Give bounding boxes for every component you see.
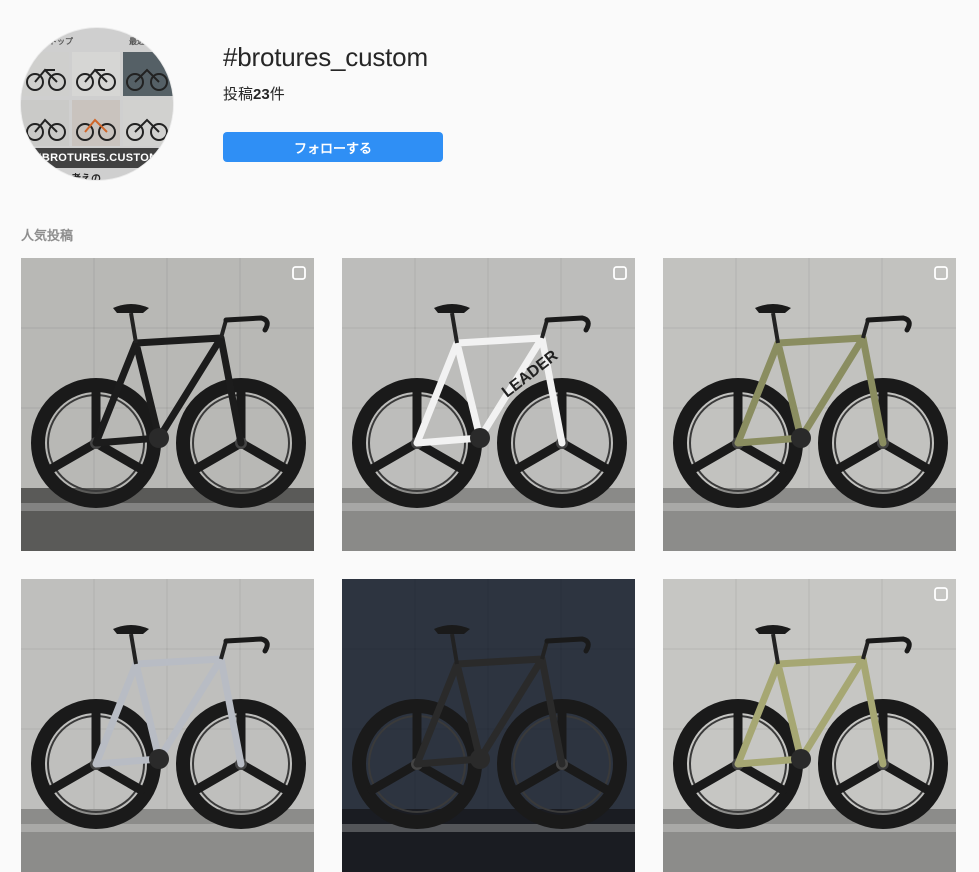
avatar-tab-recent: 最近 bbox=[129, 37, 145, 46]
top-posts-label: 人気投稿 bbox=[21, 228, 74, 243]
post-count-prefix: 投稿 bbox=[223, 86, 254, 103]
post-count-suffix: 件 bbox=[269, 86, 285, 103]
post-image bbox=[21, 579, 314, 872]
multiple-images-icon bbox=[934, 266, 948, 280]
post-count-number: 23 bbox=[253, 86, 270, 103]
post-image bbox=[342, 579, 635, 872]
post-tile[interactable] bbox=[342, 579, 635, 872]
post-tile[interactable] bbox=[21, 579, 314, 872]
multiple-images-icon bbox=[934, 587, 948, 601]
post-tile[interactable]: LEADER bbox=[342, 258, 635, 551]
post-count: 投稿23件 bbox=[223, 83, 285, 104]
avatar-tab-top: トップ bbox=[49, 37, 73, 46]
multiple-images-icon bbox=[613, 266, 627, 280]
hashtag-title: #brotures_custom bbox=[223, 42, 428, 72]
post-image bbox=[663, 258, 956, 551]
post-image bbox=[663, 579, 956, 872]
post-image: LEADER bbox=[342, 258, 635, 551]
post-tile[interactable] bbox=[663, 258, 956, 551]
follow-button[interactable]: フォローする bbox=[223, 132, 443, 162]
post-tile[interactable] bbox=[663, 579, 956, 872]
avatar-bikes bbox=[26, 68, 168, 141]
avatar-banner: #BROTURES.CUSTOM bbox=[21, 148, 173, 168]
post-tile[interactable] bbox=[21, 258, 314, 551]
multiple-images-icon bbox=[292, 266, 306, 280]
avatar-collage: トップ 最近 #BROTURES.CUSTOM タムをお考えの bbox=[21, 28, 173, 180]
hashtag-avatar: トップ 最近 #BROTURES.CUSTOM タムをお考えの bbox=[21, 28, 173, 180]
avatar-subtext: タムをお考えの bbox=[31, 174, 101, 180]
post-image bbox=[21, 258, 314, 551]
